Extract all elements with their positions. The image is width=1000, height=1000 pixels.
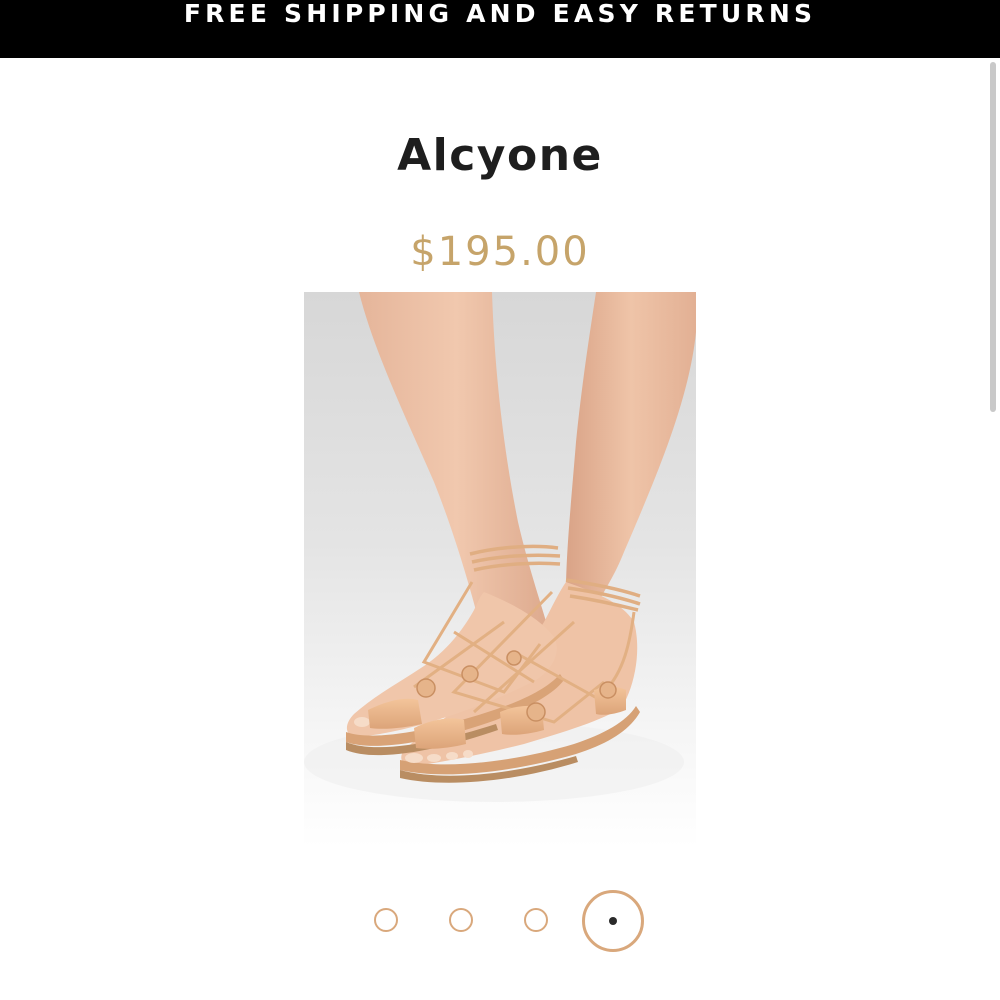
- active-dot-indicator: [609, 917, 617, 925]
- carousel-dot-2[interactable]: [449, 908, 473, 932]
- carousel-dot-4-active[interactable]: [582, 890, 644, 952]
- promo-banner[interactable]: FREE SHIPPING AND EASY RETURNS: [0, 0, 1000, 58]
- carousel-dot-1[interactable]: [374, 908, 398, 932]
- carousel-pagination: [0, 884, 1000, 960]
- carousel-dot-3[interactable]: [524, 908, 548, 932]
- product-image[interactable]: [304, 292, 696, 848]
- product-page: FREE SHIPPING AND EASY RETURNS Alcyone $…: [0, 0, 1000, 1000]
- sandal-photo: [304, 292, 696, 848]
- promo-text: FREE SHIPPING AND EASY RETURNS: [183, 0, 817, 28]
- product-price: $195.00: [410, 229, 590, 275]
- product-title: Alcyone: [397, 130, 603, 181]
